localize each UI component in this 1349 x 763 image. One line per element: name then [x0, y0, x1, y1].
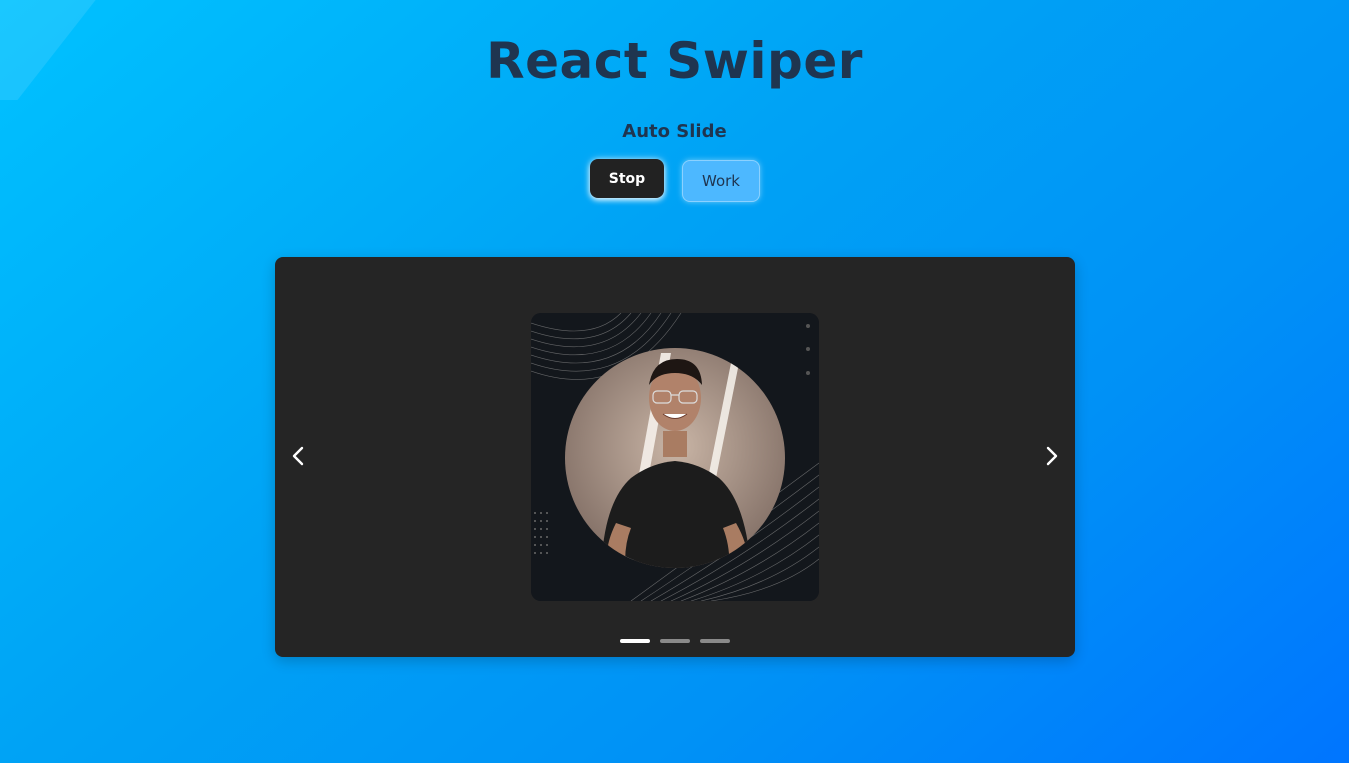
- pagination-bullet-2[interactable]: [660, 639, 690, 643]
- prev-slide-button[interactable]: [283, 441, 313, 471]
- stop-button[interactable]: Stop: [590, 159, 664, 198]
- profile-photo: [531, 313, 819, 601]
- swiper-carousel[interactable]: [275, 257, 1075, 657]
- chevron-left-icon: [292, 446, 304, 466]
- pagination-bullet-3[interactable]: [700, 639, 730, 643]
- chevron-right-icon: [1046, 446, 1058, 466]
- auto-slide-heading: Auto Slide: [622, 121, 727, 142]
- slider-pagination: [275, 639, 1075, 643]
- next-slide-button[interactable]: [1037, 441, 1067, 471]
- slide-image-card: [531, 313, 819, 601]
- work-button[interactable]: Work: [682, 160, 760, 202]
- pagination-bullet-1[interactable]: [620, 639, 650, 643]
- page-title: React Swiper: [486, 32, 863, 90]
